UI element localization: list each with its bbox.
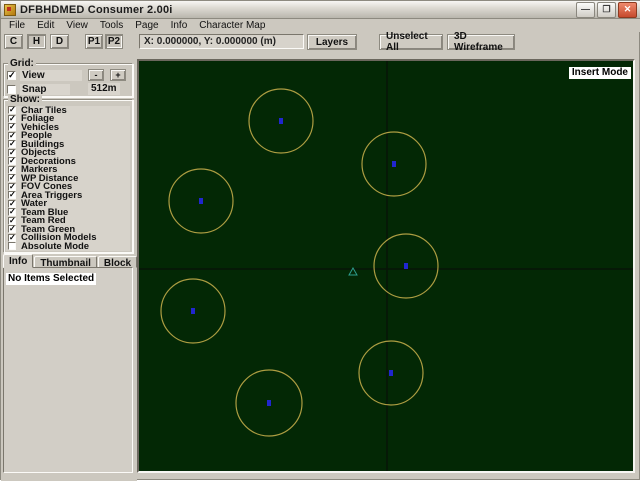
grid-view-row: ✓ View: [7, 69, 82, 81]
checkbox-absolute-mode[interactable]: [8, 242, 16, 251]
window-title: DFBHDMED Consumer 2.00i: [20, 3, 173, 16]
mode-button-h[interactable]: H: [27, 34, 46, 49]
info-panel: No Items Selected: [3, 267, 133, 473]
snap-checkbox[interactable]: [7, 84, 16, 94]
app-window: DFBHDMED Consumer 2.00i — ❐ ✕ File Edit Vi…: [0, 0, 640, 481]
mode-buttons: CHD: [4, 34, 69, 49]
grid-group-label: Grid:: [8, 58, 36, 69]
layers-button[interactable]: Layers: [307, 34, 357, 50]
wireframe-button[interactable]: 3D Wireframe: [447, 31, 515, 53]
unit-marker-1: [279, 118, 283, 124]
coordinate-readout: X: 0.000000, Y: 0.000000 (m): [139, 34, 304, 49]
grid-groupbox: Grid: ✓ View - + Snap 512m: [3, 59, 133, 97]
page-button-p1[interactable]: P1: [85, 34, 103, 49]
unit-marker-3: [199, 198, 203, 204]
toolbar: CHD P1 P2 X: 0.000000, Y: 0.000000 (m) La…: [1, 31, 640, 55]
view-checkbox[interactable]: ✓: [7, 70, 16, 80]
menu-item-tools[interactable]: Tools: [94, 20, 129, 31]
unit-marker-5: [191, 308, 195, 314]
snap-value: 512m: [88, 83, 120, 95]
action-buttons: Layers Unselect All 3D Wireframe: [307, 31, 515, 53]
window-controls: — ❐ ✕: [576, 1, 640, 18]
sidebar: Grid: ✓ View - + Snap 512m Show: ✓ Char T…: [1, 55, 138, 481]
menu-item-page[interactable]: Page: [129, 20, 164, 31]
show-groupbox: Show: ✓ Char Tiles ✓ Foliage ✓ Vehicles ✓ Peopl…: [3, 95, 133, 253]
unselect-all-button[interactable]: Unselect All: [379, 31, 443, 53]
mode-button-c[interactable]: C: [4, 34, 23, 49]
snap-label: Snap: [20, 83, 70, 95]
restore-icon[interactable]: ❐: [597, 1, 616, 18]
menu-item-edit[interactable]: Edit: [31, 20, 60, 31]
page-button-p2[interactable]: P2: [105, 34, 123, 49]
page-buttons: P1 P2: [85, 34, 123, 49]
menu-item-character-map[interactable]: Character Map: [193, 20, 271, 31]
view-label: View: [20, 69, 82, 81]
sidebar-tabs: Info Thumbnail Block: [3, 253, 138, 269]
menu-item-file[interactable]: File: [3, 20, 31, 31]
grid-zoom-out-button[interactable]: -: [88, 69, 104, 81]
unit-marker-4: [404, 263, 408, 269]
label-absolute-mode: Absolute Mode: [21, 240, 90, 252]
show-group-label: Show:: [8, 94, 42, 105]
grid-zoom-in-button[interactable]: +: [110, 69, 126, 81]
unit-marker-6: [389, 370, 393, 376]
selection-status: No Items Selected: [6, 273, 97, 285]
show-item-absolute-mode[interactable]: Absolute Mode: [6, 242, 130, 251]
menu-item-info[interactable]: Info: [165, 20, 194, 31]
minimize-icon[interactable]: —: [576, 1, 595, 18]
menu-bar: File Edit View Tools Page Info Character Map: [1, 19, 640, 32]
checkbox-collision-models[interactable]: ✓: [8, 233, 16, 242]
insert-mode-badge: Insert Mode: [568, 67, 631, 79]
map-svg: [139, 61, 633, 471]
title-bar: DFBHDMED Consumer 2.00i — ❐ ✕: [1, 1, 640, 19]
unit-marker-2: [392, 161, 396, 167]
app-icon: [4, 3, 16, 16]
map-viewport[interactable]: Insert Mode: [137, 59, 635, 473]
tab-info[interactable]: Info: [3, 254, 34, 268]
close-icon[interactable]: ✕: [618, 1, 637, 18]
menu-item-view[interactable]: View: [60, 20, 94, 31]
mode-button-d[interactable]: D: [50, 34, 69, 49]
unit-marker-7: [267, 400, 271, 406]
show-layer-list: ✓ Char Tiles ✓ Foliage ✓ Vehicles ✓ People ✓ Buil…: [6, 106, 130, 251]
